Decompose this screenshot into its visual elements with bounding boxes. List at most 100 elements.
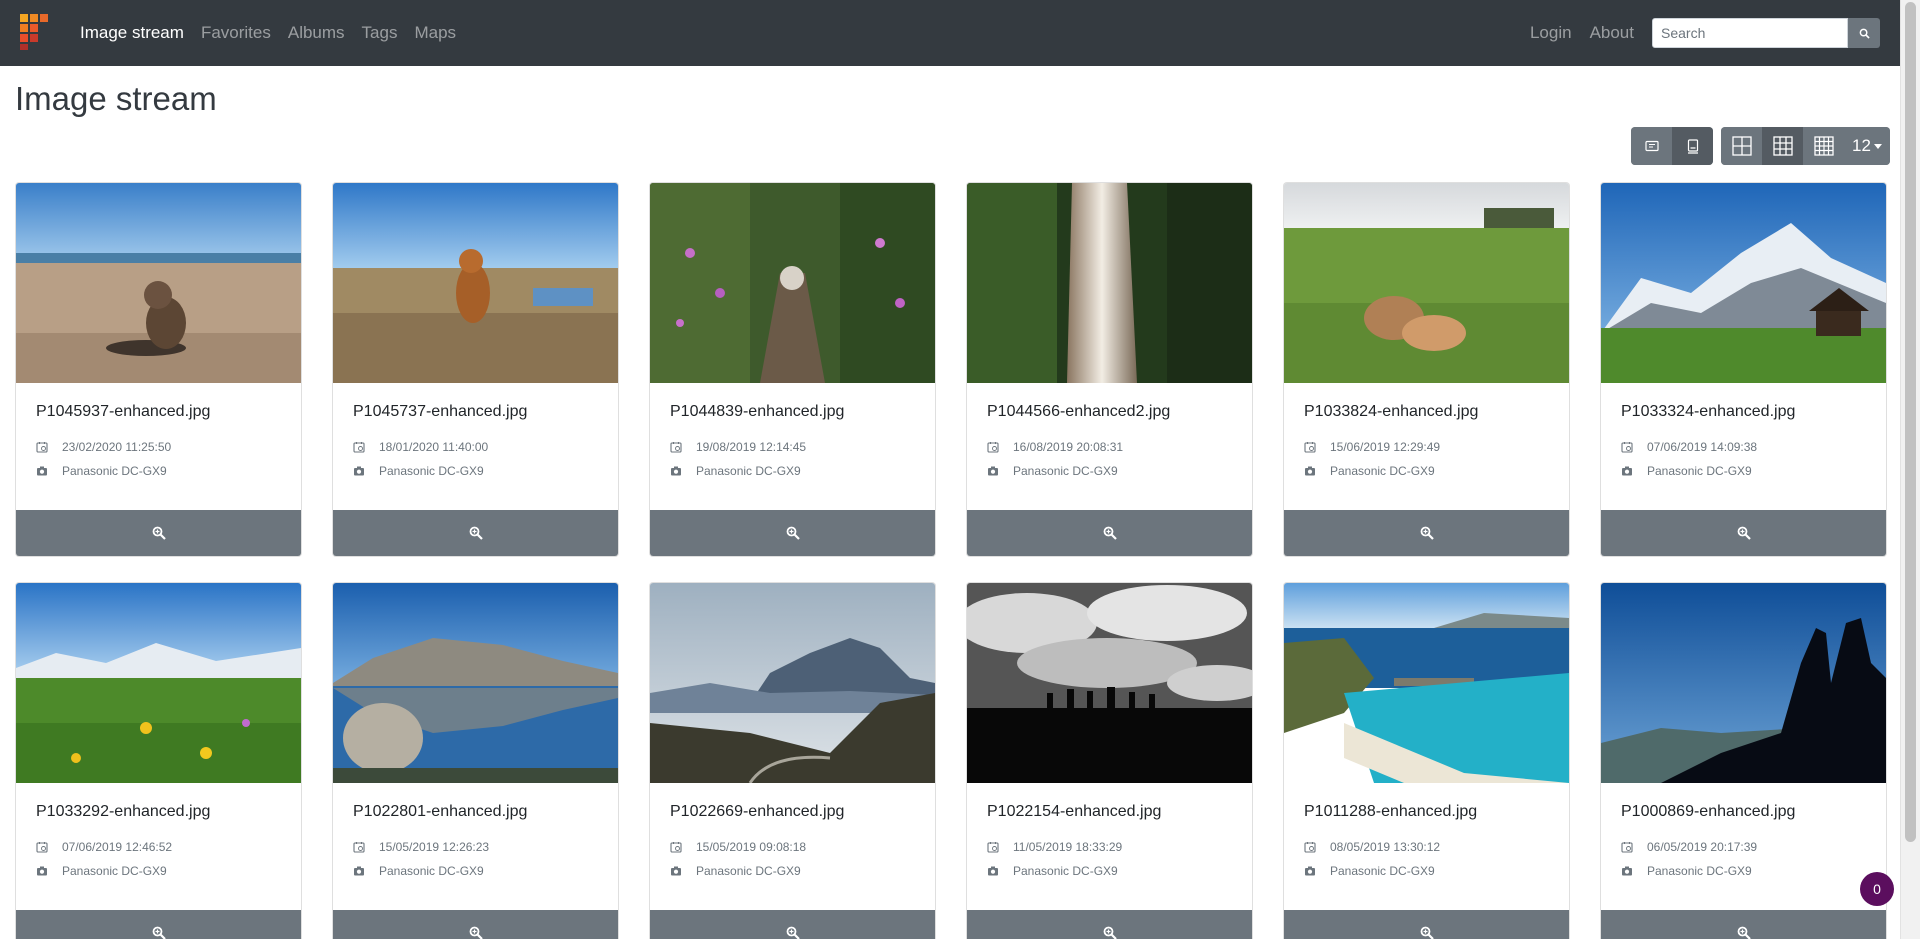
card-body: P1033824-enhanced.jpg 15/06/2019 12:29:4…	[1284, 383, 1569, 511]
login-link[interactable]: Login	[1530, 23, 1572, 43]
photo-thumbnail[interactable]	[16, 583, 301, 783]
about-link[interactable]: About	[1590, 23, 1634, 43]
nav-item-image-stream[interactable]: Image stream	[80, 23, 184, 43]
photo-thumbnail[interactable]	[333, 583, 618, 783]
calendar-clock-icon	[1304, 442, 1316, 453]
photo-filename[interactable]: P1022801-enhanced.jpg	[353, 803, 598, 821]
photo-thumbnail[interactable]	[967, 183, 1252, 383]
photo-filename[interactable]: P1044566-enhanced2.jpg	[987, 403, 1232, 421]
camera-icon	[354, 466, 364, 476]
zoom-button[interactable]	[1284, 510, 1569, 556]
camera-icon	[37, 866, 47, 876]
photo-camera: Panasonic DC-GX9	[379, 464, 484, 478]
calendar-clock-icon	[353, 442, 365, 453]
photo-filename[interactable]: P1033824-enhanced.jpg	[1304, 403, 1549, 421]
nav-item-albums[interactable]: Albums	[288, 23, 345, 43]
photo-filename[interactable]: P1044839-enhanced.jpg	[670, 403, 915, 421]
search-button[interactable]	[1848, 18, 1880, 48]
photo-filename[interactable]: P1022669-enhanced.jpg	[670, 803, 915, 821]
photo-thumbnail[interactable]	[1284, 183, 1569, 383]
nav-item-favorites[interactable]: Favorites	[201, 23, 271, 43]
zoom-button[interactable]	[1601, 510, 1886, 556]
photo-camera: Panasonic DC-GX9	[1647, 864, 1752, 878]
photo-card: P1033292-enhanced.jpg 07/06/2019 12:46:5…	[15, 582, 302, 939]
search-input[interactable]	[1652, 18, 1848, 48]
photo-thumbnail[interactable]	[16, 183, 301, 383]
zoom-button[interactable]	[16, 910, 301, 939]
page-size-dropdown[interactable]: 12	[1844, 127, 1890, 165]
zoom-button[interactable]	[967, 910, 1252, 939]
display-mode-group	[1631, 127, 1713, 165]
main-nav: Image stream Favorites Albums Tags Maps	[80, 0, 456, 66]
photo-date: 18/01/2020 11:40:00	[379, 440, 489, 454]
photo-camera: Panasonic DC-GX9	[1647, 464, 1752, 478]
photo-card: P1000869-enhanced.jpg 06/05/2019 20:17:3…	[1600, 582, 1887, 939]
photo-thumbnail[interactable]	[1601, 583, 1886, 783]
zoom-button[interactable]	[650, 910, 935, 939]
zoom-button[interactable]	[1601, 910, 1886, 939]
card-body: P1011288-enhanced.jpg 08/05/2019 13:30:1…	[1284, 783, 1569, 911]
search-icon	[1859, 28, 1870, 39]
zoom-in-icon	[1103, 526, 1117, 540]
caret-down-icon	[1873, 143, 1882, 149]
zoom-button[interactable]	[1284, 910, 1569, 939]
nav-item-maps[interactable]: Maps	[414, 23, 456, 43]
scrollbar-thumb[interactable]	[1905, 2, 1916, 842]
grid-4x4-button[interactable]	[1803, 127, 1844, 165]
photo-camera-row: Panasonic DC-GX9	[353, 859, 598, 883]
card-body: P1045737-enhanced.jpg 18/01/2020 11:40:0…	[333, 383, 618, 511]
photo-thumbnail[interactable]	[650, 583, 935, 783]
app-logo-icon[interactable]	[20, 14, 50, 50]
card-text-icon	[1644, 140, 1659, 152]
zoom-in-icon	[786, 526, 800, 540]
photo-filename[interactable]: P1011288-enhanced.jpg	[1304, 803, 1549, 821]
card-view-button[interactable]	[1672, 127, 1713, 165]
page-scrollbar[interactable]	[1900, 0, 1920, 939]
photo-thumbnail[interactable]	[1601, 183, 1886, 383]
photo-date-row: 11/05/2019 18:33:29	[987, 835, 1232, 859]
zoom-in-icon	[1420, 926, 1434, 939]
zoom-in-icon	[1737, 926, 1751, 939]
photo-filename[interactable]: P1022154-enhanced.jpg	[987, 803, 1232, 821]
zoom-button[interactable]	[333, 510, 618, 556]
camera-icon	[1622, 866, 1632, 876]
grid-3x3-button[interactable]	[1762, 127, 1803, 165]
page-size-value: 12	[1852, 136, 1871, 155]
photo-camera-row: Panasonic DC-GX9	[1304, 459, 1549, 483]
card-body: P1045937-enhanced.jpg 23/02/2020 11:25:5…	[16, 383, 301, 511]
photo-date: 19/08/2019 12:14:45	[696, 440, 807, 454]
zoom-button[interactable]	[967, 510, 1252, 556]
photo-date-row: 16/08/2019 20:08:31	[987, 435, 1232, 459]
selection-count-badge[interactable]: 0	[1860, 872, 1894, 906]
photo-filename[interactable]: P1045737-enhanced.jpg	[353, 403, 598, 421]
photo-camera-row: Panasonic DC-GX9	[36, 859, 281, 883]
photo-card: P1022154-enhanced.jpg 11/05/2019 18:33:2…	[966, 582, 1253, 939]
zoom-button[interactable]	[16, 510, 301, 556]
photo-card: P1045937-enhanced.jpg 23/02/2020 11:25:5…	[15, 182, 302, 557]
grid-2x2-button[interactable]	[1721, 127, 1762, 165]
card-body: P1022669-enhanced.jpg 15/05/2019 09:08:1…	[650, 783, 935, 911]
list-view-button[interactable]	[1631, 127, 1672, 165]
photo-date: 07/06/2019 12:46:52	[62, 840, 173, 854]
photo-card: P1045737-enhanced.jpg 18/01/2020 11:40:0…	[332, 182, 619, 557]
photo-camera-row: Panasonic DC-GX9	[987, 459, 1232, 483]
photo-thumbnail[interactable]	[1284, 583, 1569, 783]
photo-camera-row: Panasonic DC-GX9	[987, 859, 1232, 883]
zoom-in-icon	[1420, 526, 1434, 540]
zoom-button[interactable]	[333, 910, 618, 939]
nav-item-tags[interactable]: Tags	[362, 23, 398, 43]
grid-4x4-icon	[1813, 136, 1834, 156]
card-body: P1000869-enhanced.jpg 06/05/2019 20:17:3…	[1601, 783, 1886, 911]
photo-filename[interactable]: P1033324-enhanced.jpg	[1621, 403, 1866, 421]
camera-icon	[37, 466, 47, 476]
photo-thumbnail[interactable]	[333, 183, 618, 383]
photo-filename[interactable]: P1033292-enhanced.jpg	[36, 803, 281, 821]
photo-thumbnail[interactable]	[650, 183, 935, 383]
photo-date-row: 15/05/2019 09:08:18	[670, 835, 915, 859]
photo-camera-row: Panasonic DC-GX9	[1304, 859, 1549, 883]
grid-3x3-icon	[1772, 136, 1793, 156]
photo-filename[interactable]: P1045937-enhanced.jpg	[36, 403, 281, 421]
zoom-button[interactable]	[650, 510, 935, 556]
photo-thumbnail[interactable]	[967, 583, 1252, 783]
photo-filename[interactable]: P1000869-enhanced.jpg	[1621, 803, 1866, 821]
